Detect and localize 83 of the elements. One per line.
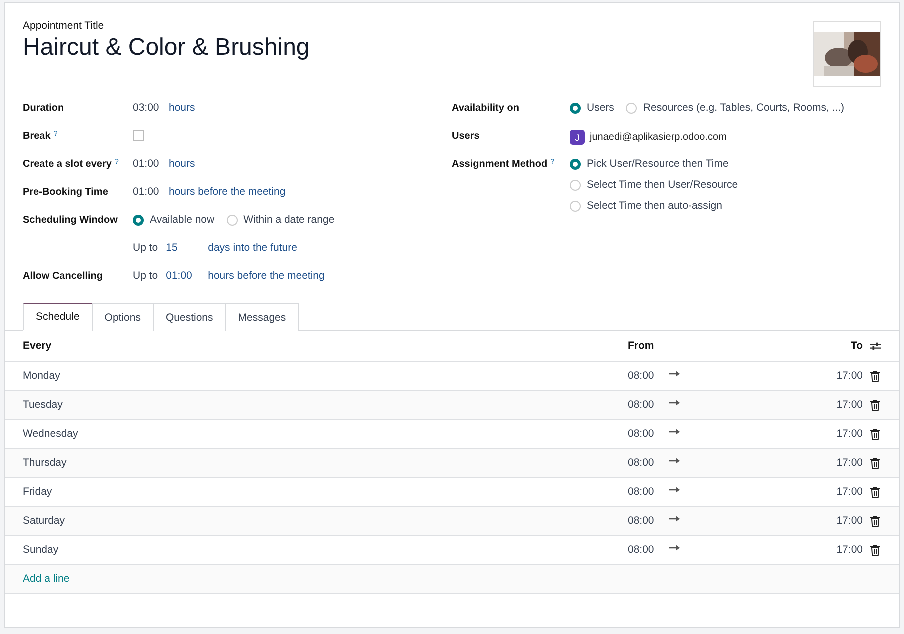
radio-label[interactable]: Select Time then auto-assign — [587, 200, 722, 212]
table-cell-text: Thursday — [23, 457, 68, 469]
table-cell-text: 17:00 — [836, 457, 863, 469]
field-label: Break — [23, 131, 51, 142]
tab[interactable]: Messages — [225, 303, 300, 331]
trash-icon[interactable] — [870, 544, 881, 556]
unit-text: hours — [169, 158, 196, 170]
column-header[interactable]: From — [628, 340, 654, 352]
table-cell-text: 17:00 — [836, 486, 863, 498]
arrow-icon — [669, 545, 680, 551]
arrow-icon — [669, 371, 680, 377]
table-cell-text: Saturday — [23, 515, 66, 527]
arrow-icon — [669, 429, 680, 435]
table-cell-text: 08:00 — [628, 428, 656, 440]
table-cell-text: 17:00 — [836, 370, 863, 382]
table-cell-text: 17:00 — [836, 544, 863, 556]
arrow-icon — [669, 400, 680, 406]
field-label: Appointment Title — [23, 20, 106, 32]
title-field[interactable]: Haircut & Color & Brushing — [23, 34, 310, 62]
trash-icon[interactable] — [870, 486, 881, 498]
radio-button[interactable] — [133, 214, 144, 226]
field-label: Pre-Booking Time — [23, 187, 108, 198]
radio-label[interactable]: Available now — [150, 214, 215, 226]
table-cell-text: Sunday — [23, 544, 60, 556]
help-mark[interactable]: ? — [114, 159, 119, 166]
table-cell-text: 17:00 — [836, 428, 863, 440]
trash-icon[interactable] — [870, 370, 881, 382]
radio-label[interactable]: Resources (e.g. Tables, Courts, Rooms, ...) — [643, 102, 845, 114]
table-cell-text: 17:00 — [836, 399, 863, 411]
field-label: Users — [452, 131, 480, 142]
time-field[interactable]: 03:00 — [133, 102, 161, 114]
table-cell-text: 08:00 — [628, 457, 656, 469]
field-label: Allow Cancelling — [23, 271, 104, 282]
checkbox[interactable] — [133, 130, 144, 141]
field-label: Create a slot every — [23, 159, 112, 170]
help-mark[interactable]: ? — [54, 131, 58, 138]
trash-icon[interactable] — [870, 516, 881, 526]
table-cell-text: Friday — [23, 486, 54, 498]
number-field[interactable]: 15 — [166, 242, 200, 254]
table-cell-text: Monday — [23, 370, 62, 382]
settings-icon[interactable] — [870, 340, 881, 352]
table-cell-text: Wednesday — [23, 428, 80, 440]
radio-button[interactable] — [570, 102, 581, 114]
radio-label[interactable]: Within a date range — [244, 214, 335, 226]
table-cell-text: 08:00 — [628, 486, 656, 498]
tab[interactable]: Options — [92, 303, 154, 331]
table-cell-text: 08:00 — [628, 515, 656, 527]
prefix-text: Up to — [133, 242, 158, 254]
unit-text: hours before the meeting — [208, 270, 325, 282]
tab[interactable]: Schedule — [23, 303, 93, 331]
user-avatar: J — [570, 130, 585, 145]
table-cell-text: 08:00 — [628, 370, 656, 382]
user-tag[interactable]: junaedi@aplikasierp.odoo.com — [590, 132, 727, 143]
prefix-text: Up to — [133, 270, 158, 282]
unit-text: hours — [169, 102, 196, 114]
radio-label[interactable]: Pick User/Resource then Time — [587, 158, 729, 170]
help-mark[interactable]: ? — [550, 159, 554, 166]
time-field[interactable]: 01:00 — [133, 158, 161, 170]
table-cell-text: Tuesday — [23, 399, 64, 411]
unit-text: hours before the meeting — [169, 186, 286, 198]
radio-label[interactable]: Select Time then User/Resource — [587, 179, 738, 191]
radio-label[interactable]: Users — [587, 102, 614, 114]
table-cell-text: 08:00 — [628, 544, 656, 556]
trash-icon[interactable] — [870, 458, 881, 468]
add-line-link[interactable]: Add a line — [23, 573, 70, 585]
column-header[interactable]: Every — [23, 340, 628, 352]
time-field[interactable]: 01:00 — [133, 186, 161, 198]
trash-icon[interactable] — [870, 400, 881, 410]
radio-button[interactable] — [570, 158, 581, 170]
column-header[interactable]: To — [850, 340, 863, 352]
trash-icon[interactable] — [870, 428, 881, 440]
number-field[interactable]: 01:00 — [166, 270, 200, 282]
table-cell-text: 08:00 — [628, 399, 656, 411]
table-cell-text: 17:00 — [836, 515, 863, 527]
tab[interactable]: Questions — [152, 303, 226, 331]
field-label: Duration — [23, 103, 64, 114]
arrow-icon — [669, 458, 680, 464]
field-label: Assignment Method — [452, 159, 548, 170]
arrow-icon — [669, 487, 680, 493]
arrow-icon — [669, 516, 680, 522]
field-label: Availability on — [452, 103, 520, 114]
unit-text: days into the future — [208, 242, 298, 254]
field-label: Scheduling Window — [23, 215, 118, 226]
